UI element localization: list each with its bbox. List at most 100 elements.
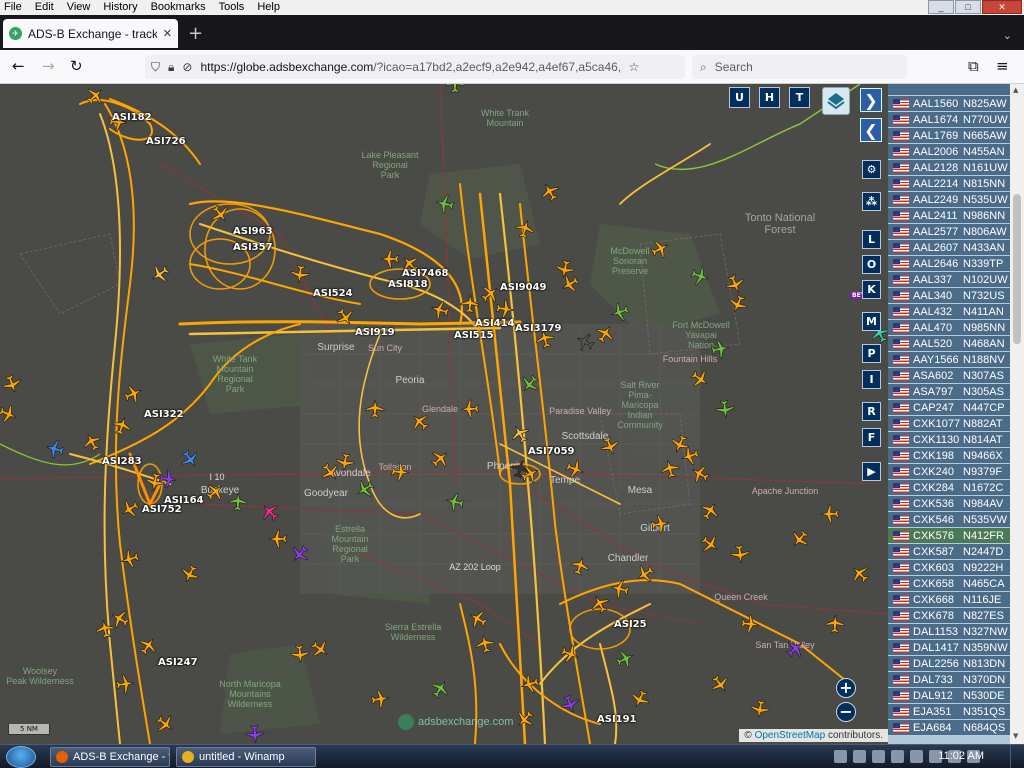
table-row[interactable]: AAL1769 N665AW	[888, 128, 1010, 144]
table-row[interactable]: ASA797 N305AS	[888, 384, 1010, 400]
i-button[interactable]: I	[862, 370, 881, 389]
settings-gear-button[interactable]: ⚙	[862, 160, 881, 179]
aircraft-label-asi524[interactable]: ASI524	[313, 288, 353, 299]
aircraft-icon[interactable]	[365, 399, 385, 419]
table-row[interactable]: ASA602 N307AS	[888, 368, 1010, 384]
table-row[interactable]: AAL2214 N815NN	[888, 176, 1010, 192]
aircraft-icon[interactable]	[748, 697, 771, 720]
bookmark-star-icon[interactable]: ☆	[628, 60, 639, 74]
aircraft-icon[interactable]	[380, 249, 400, 269]
aircraft-icon[interactable]	[114, 673, 137, 696]
o-button[interactable]: O	[862, 255, 881, 274]
table-row[interactable]: CXK1077 N882AT	[888, 416, 1010, 432]
table-row[interactable]: AAL1560 N825AW	[888, 96, 1010, 112]
aircraft-label-asi247[interactable]: ASI247	[158, 657, 198, 668]
close-window-button[interactable]: ✕	[982, 0, 1022, 14]
aircraft-label-asi3179[interactable]: ASI3179	[515, 323, 562, 334]
aircraft-label-asi357[interactable]: ASI357	[233, 242, 273, 253]
layers-button[interactable]	[822, 87, 850, 115]
aircraft-icon[interactable]	[93, 617, 117, 641]
aircraft-label-asi322[interactable]: ASI322	[144, 409, 184, 420]
table-row[interactable]: CXK536 N984AV	[888, 496, 1010, 512]
tab-close-icon[interactable]: ✕	[163, 27, 172, 40]
table-row[interactable]: AAL1674 N770UW	[888, 112, 1010, 128]
list-all-tabs-icon[interactable]: ⌄	[1003, 29, 1012, 42]
aircraft-label-asi919[interactable]: ASI919	[355, 327, 395, 338]
aircraft-label-asi283[interactable]: ASI283	[102, 456, 142, 467]
aircraft-icon[interactable]	[389, 461, 411, 483]
aircraft-icon[interactable]	[708, 337, 731, 360]
aircraft-label-asi752[interactable]: ASI752	[142, 504, 182, 515]
r-button[interactable]: R	[862, 402, 881, 421]
expand-arrow-button[interactable]: ❯	[860, 88, 882, 112]
table-row[interactable]: CXK603 N9222H	[888, 560, 1010, 576]
openstreetmap-link[interactable]: OpenStreetMap	[755, 730, 826, 741]
aircraft-label-asi818[interactable]: ASI818	[388, 279, 428, 290]
aircraft-icon[interactable]	[459, 293, 480, 314]
table-row[interactable]: AAL337 N102UW	[888, 272, 1010, 288]
table-row[interactable]: CXK1130 N814AT	[888, 432, 1010, 448]
aircraft-icon[interactable]	[369, 688, 392, 711]
back-arrow-icon[interactable]: ←	[12, 58, 25, 75]
menu-tools[interactable]: Tools	[219, 0, 245, 15]
flight-map[interactable]: White Trank Mountain Lake Pleasant Regiona…	[0, 84, 888, 744]
table-row[interactable]: CXK546 N535VW	[888, 512, 1010, 528]
table-row[interactable]: CXK284 N1672C	[888, 480, 1010, 496]
aircraft-label-asi9049[interactable]: ASI9049	[500, 282, 547, 293]
table-row[interactable]: CXK198 N9466X	[888, 448, 1010, 464]
table-row[interactable]: DAL1417 N359NW	[888, 640, 1010, 656]
table-row[interactable]: DAL912 N530DE	[888, 688, 1010, 704]
permissions-icon[interactable]: ⊘	[182, 60, 192, 74]
aircraft-label-asi726[interactable]: ASI726	[146, 136, 186, 147]
tab-adsb-exchange[interactable]: ✈ ADS-B Exchange - track aircraft ✕	[3, 19, 178, 48]
table-row[interactable]: AAL2607 N433AN	[888, 240, 1010, 256]
tray-icon[interactable]	[872, 750, 885, 763]
m-button[interactable]: M	[862, 312, 881, 331]
start-button[interactable]	[6, 746, 36, 768]
tray-icon[interactable]	[891, 750, 904, 763]
table-row[interactable]: EJA351 N351QS	[888, 704, 1010, 720]
aircraft-icon[interactable]	[433, 192, 457, 216]
zoom-in-button[interactable]: +	[836, 678, 856, 698]
aircraft-icon[interactable]	[289, 263, 312, 286]
scroll-up-icon[interactable]: ▲	[1013, 86, 1018, 94]
menu-bookmarks[interactable]: Bookmarks	[151, 0, 206, 15]
maximize-button[interactable]: □	[955, 0, 981, 14]
table-row[interactable]: CXK678 N827ES	[888, 608, 1010, 624]
aircraft-icon[interactable]	[729, 543, 751, 565]
aircraft-icon[interactable]	[227, 491, 248, 512]
table-row[interactable]: CXK658 N465CA	[888, 576, 1010, 592]
table-row[interactable]: CXK668 N116JE	[888, 592, 1010, 608]
aircraft-label-asi191[interactable]: ASI191	[597, 714, 637, 725]
tray-icon[interactable]	[910, 750, 923, 763]
menu-file[interactable]: File	[4, 0, 22, 15]
aircraft-icon[interactable]	[459, 398, 480, 419]
aircraft-icon[interactable]	[244, 723, 265, 744]
forward-arrow-icon[interactable]: →	[42, 58, 55, 75]
aircraft-icon[interactable]	[334, 451, 357, 474]
h-button[interactable]: H	[759, 87, 780, 108]
table-row[interactable]: CAP247 N447CP	[888, 400, 1010, 416]
aircraft-icon[interactable]	[714, 398, 736, 420]
aircraft-icon[interactable]	[648, 512, 671, 535]
f-button[interactable]: F	[862, 428, 881, 447]
p-button[interactable]: P	[862, 344, 881, 363]
aircraft-label-asi7468[interactable]: ASI7468	[402, 268, 449, 279]
aircraft-icon[interactable]	[268, 529, 288, 549]
scroll-down-icon[interactable]: ▼	[1013, 732, 1018, 740]
table-row[interactable]: AAL2646 N339TP	[888, 256, 1010, 272]
table-row[interactable]: AAL432 N411AN	[888, 304, 1010, 320]
table-row[interactable]: AAL2249 N535UW	[888, 192, 1010, 208]
aircraft-icon[interactable]	[494, 298, 517, 321]
aircraft-icon[interactable]	[445, 84, 465, 94]
replay-button[interactable]: ▶	[862, 462, 881, 481]
address-bar[interactable]: ⛉ 🔒︎ ⊘ https://globe.adsbexchange.com/?i…	[145, 55, 685, 79]
lock-icon[interactable]: 🔒︎	[168, 60, 174, 75]
table-row[interactable]: AAY1566 N188NV	[888, 352, 1010, 368]
aircraft-label-asi515[interactable]: ASI515	[454, 330, 494, 341]
aircraft-label-asi963[interactable]: ASI963	[233, 226, 273, 237]
table-row[interactable]: DAL2256 N813DN	[888, 656, 1010, 672]
reload-icon[interactable]: ↻	[70, 58, 83, 75]
table-row[interactable]: AAL2006 N455AN	[888, 144, 1010, 160]
show-desktop-button[interactable]	[1010, 745, 1024, 768]
